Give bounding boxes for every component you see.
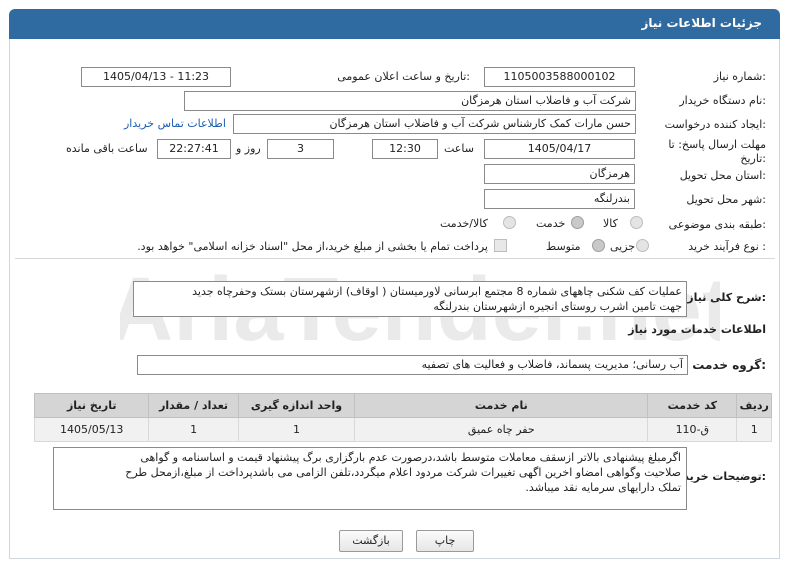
cell-name: حفر چاه عمیق xyxy=(354,417,649,442)
service-group-field: آب رسانی؛ مدیریت پسماند، فاضلاب و فعالیت… xyxy=(137,355,688,375)
category-option-goods-service: کالا/خدمت xyxy=(440,217,488,230)
buyer-notes-line-1: اگرمبلغ پیشنهادی بالاتر ازسقف معاملات مت… xyxy=(140,451,681,464)
description-field: عملیات کف شکنی چاههای شماره 8 مجتمع ابرس… xyxy=(133,281,687,317)
need-number-label: شماره نیاز: xyxy=(713,70,766,83)
description-line-2: جهت تامین اشرب روستای انجیره ازشهرستان ب… xyxy=(433,300,682,313)
title-bar: جزئیات اطلاعات نیاز xyxy=(9,9,780,39)
city-label: شهر محل تحویل: xyxy=(686,193,766,206)
remaining-time-field: 22:27:41 xyxy=(157,139,231,159)
province-field: هرمزگان xyxy=(484,164,635,184)
cell-code: ق-110 xyxy=(647,417,738,442)
deadline-time-field: 12:30 xyxy=(372,139,438,159)
table-header-row: ردیف کد خدمت نام خدمت واحد اندازه گیری ت… xyxy=(33,393,772,418)
col-qty: تعداد / مقدار xyxy=(148,393,239,418)
category-option-goods: کالا xyxy=(603,217,618,230)
need-number-field: 1105003588000102 xyxy=(484,67,635,87)
process-label: نوع فرآیند خرید : xyxy=(688,240,766,253)
col-unit: واحد اندازه گیری xyxy=(237,393,356,418)
process-option-minor: جزیی xyxy=(610,240,636,253)
services-table: ردیف کد خدمت نام خدمت واحد اندازه گیری ت… xyxy=(33,393,772,442)
cell-date: 1405/05/13 xyxy=(33,417,150,442)
cell-unit: 1 xyxy=(237,417,356,442)
deadline-label-2: تاریخ: xyxy=(740,152,766,165)
col-row: ردیف xyxy=(736,393,772,418)
category-radio-service[interactable] xyxy=(571,216,587,232)
creator-field: حسن مارات کمک کارشناس شرکت آب و فاضلاب ا… xyxy=(233,114,636,134)
days-field: 3 xyxy=(267,139,334,159)
category-radio-goods[interactable] xyxy=(630,216,646,232)
time-label: ساعت xyxy=(444,142,474,155)
divider xyxy=(15,258,775,259)
deadline-date-field: 1405/04/17 xyxy=(484,139,635,159)
col-date: تاریخ نیاز xyxy=(33,393,150,418)
announce-field: 1405/04/13 - 11:23 xyxy=(81,67,231,87)
cell-row: 1 xyxy=(736,417,772,442)
description-line-1: عملیات کف شکنی چاههای شماره 8 مجتمع ابرس… xyxy=(192,285,682,298)
cell-qty: 1 xyxy=(148,417,239,442)
service-group-label: گروه خدمت: xyxy=(692,358,766,372)
description-label: شرح کلی نیاز: xyxy=(687,291,766,304)
announce-label: تاریخ و ساعت اعلان عمومی: xyxy=(337,70,470,83)
buyer-notes-line-2: صلاحیت وگواهی امضاو اخرین اگهی تغییرات ش… xyxy=(125,466,681,479)
province-label: استان محل تحویل: xyxy=(679,169,766,182)
process-radio-minor[interactable] xyxy=(636,239,652,255)
buyer-label: نام دستگاه خریدار: xyxy=(679,94,766,107)
buyer-field: شرکت آب و فاضلاب استان هرمزگان xyxy=(184,91,636,111)
creator-label: ایجاد کننده درخواست: xyxy=(664,118,766,131)
services-section-title: اطلاعات خدمات مورد نیاز xyxy=(628,323,766,336)
page-title: جزئیات اطلاعات نیاز xyxy=(641,16,762,30)
remaining-label: ساعت باقی مانده xyxy=(66,142,148,155)
process-radio-medium[interactable] xyxy=(592,239,608,255)
treasury-checkbox[interactable] xyxy=(494,239,510,255)
category-label: طبقه بندی موضوعی: xyxy=(668,218,766,231)
payment-note: پرداخت تمام یا بخشی از مبلغ خرید،از محل … xyxy=(137,240,488,253)
table-row: 1 ق-110 حفر چاه عمیق 1 1 1405/05/13 xyxy=(33,417,772,442)
back-button[interactable]: بازگشت xyxy=(339,530,403,552)
buyer-notes-label: توضیحات خریدار: xyxy=(673,470,766,483)
buyer-notes-field: اگرمبلغ پیشنهادی بالاتر ازسقف معاملات مت… xyxy=(53,447,687,510)
days-label: روز و xyxy=(236,142,261,155)
category-radio-goods-service[interactable] xyxy=(503,216,519,232)
contact-info-link[interactable]: اطلاعات تماس خریدار xyxy=(124,117,226,130)
col-name: نام خدمت xyxy=(354,393,649,418)
process-option-medium: متوسط xyxy=(546,240,581,253)
col-code: کد خدمت xyxy=(647,393,738,418)
print-button[interactable]: چاپ xyxy=(416,530,474,552)
deadline-label: مهلت ارسال پاسخ: تا xyxy=(668,138,766,151)
buyer-notes-line-3: تملک دارایهای سرمایه نقد میباشد. xyxy=(525,481,681,494)
category-option-service: خدمت xyxy=(536,217,566,230)
city-field: بندرلنگه xyxy=(484,189,635,209)
